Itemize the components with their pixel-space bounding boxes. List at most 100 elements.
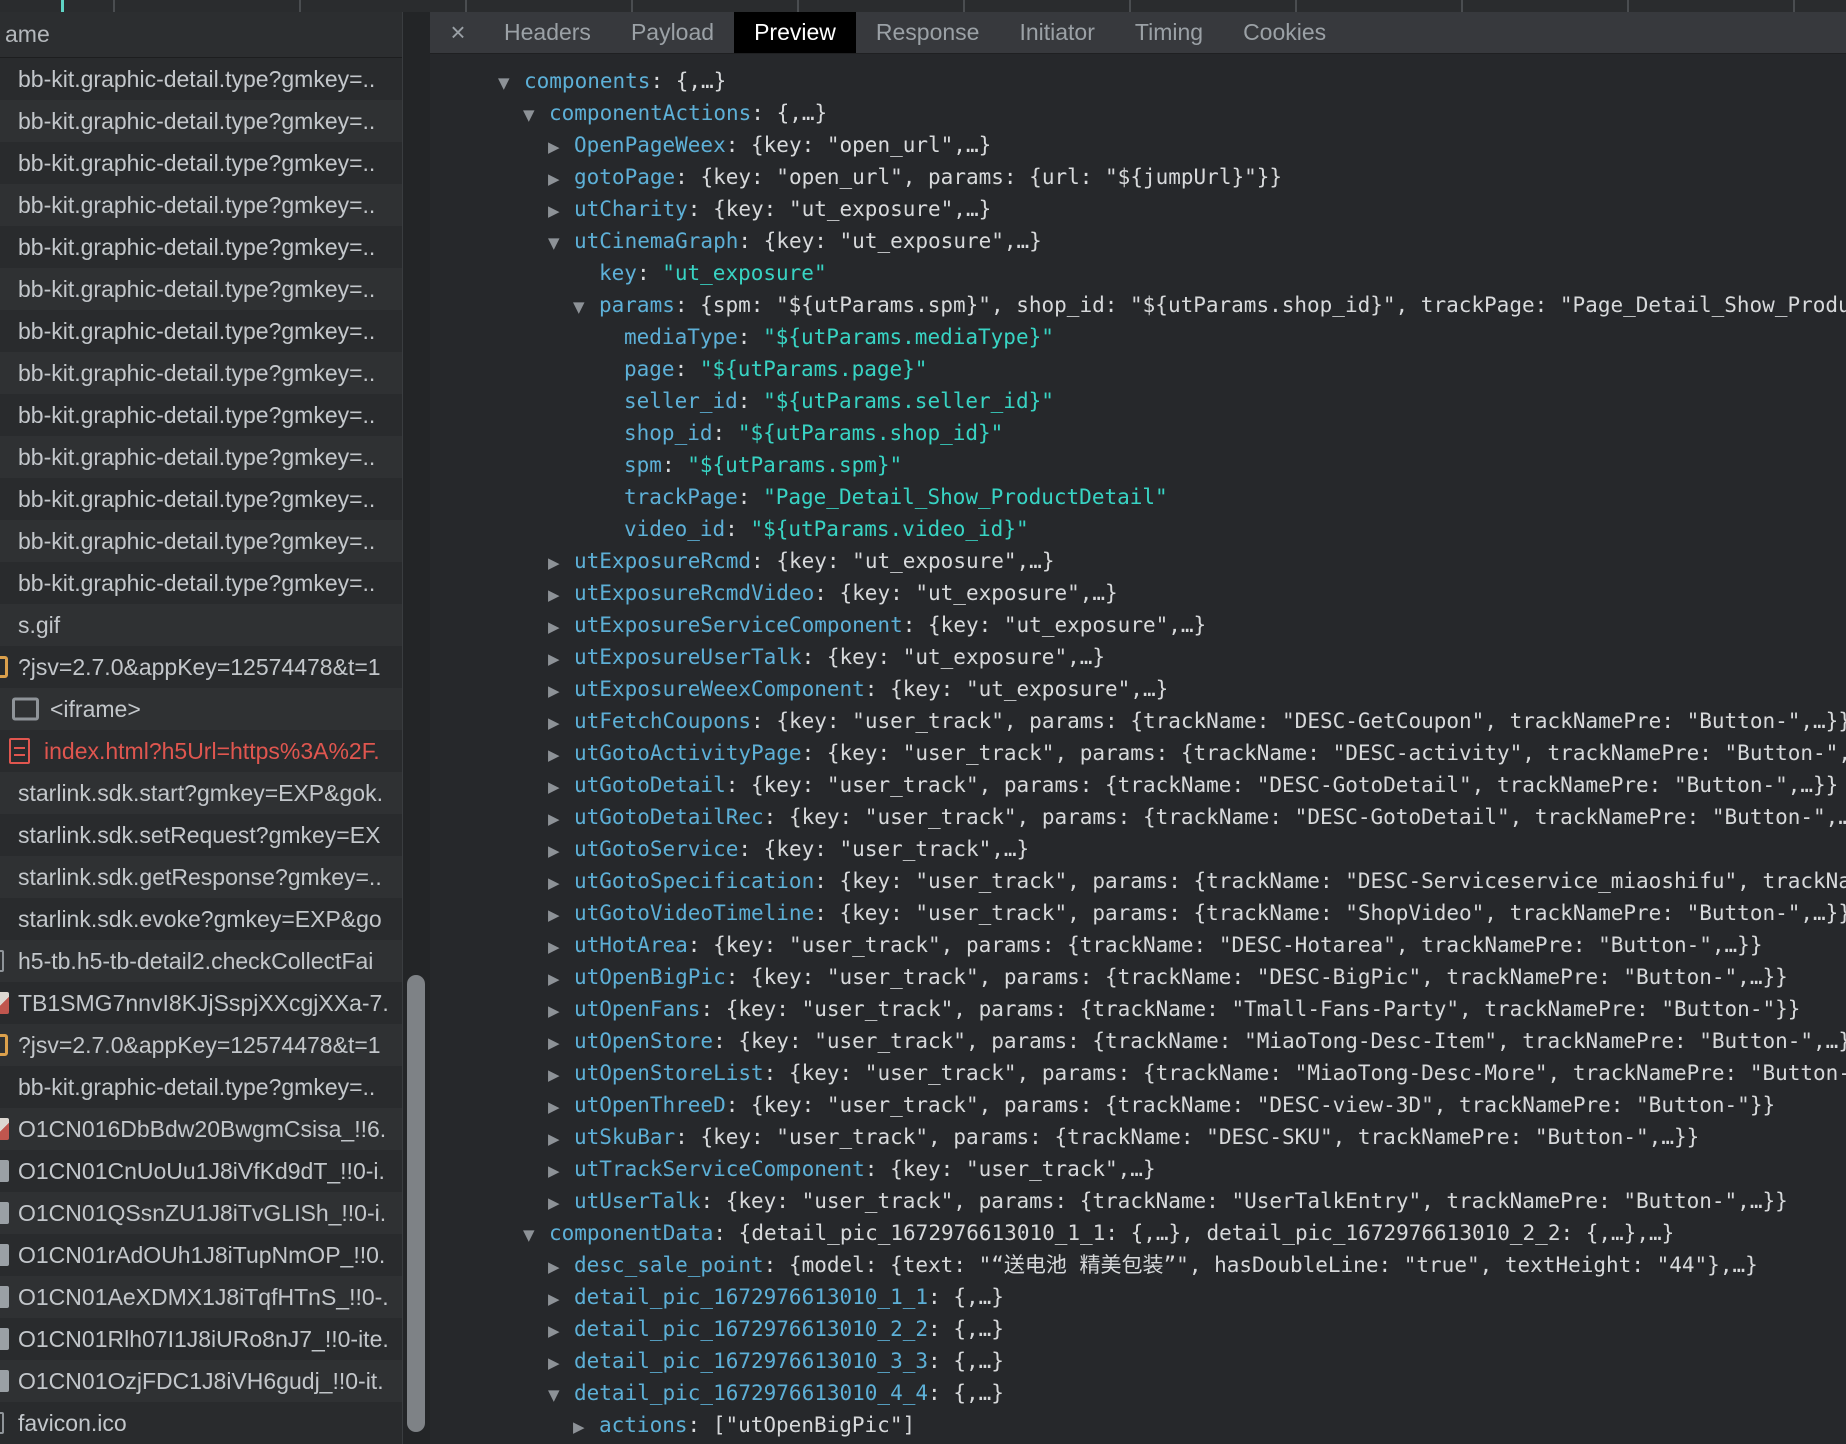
request-row[interactable]: O1CN01CnUoUu1J8iVfKd9dT_!!0-i. [0, 1150, 402, 1192]
chevron-down-icon[interactable]: ▼ [523, 99, 549, 129]
request-row[interactable]: bb-kit.graphic-detail.type?gmkey=.. [0, 226, 402, 268]
tree-line[interactable]: ▶utOpenFans: {key: "user_track", params:… [430, 993, 1846, 1025]
request-row[interactable]: bb-kit.graphic-detail.type?gmkey=.. [0, 268, 402, 310]
chevron-right-icon[interactable]: ▶ [548, 931, 574, 961]
request-row[interactable]: TB1SMG7nnvI8KJjSspjXXcgjXXa-7. [0, 982, 402, 1024]
tree-line[interactable]: ▶utExposureServiceComponent: {key: "ut_e… [430, 609, 1846, 641]
tree-line[interactable]: seller_id: "${utParams.seller_id}" [430, 385, 1846, 417]
close-icon[interactable]: × [446, 12, 470, 53]
request-row[interactable]: starlink.sdk.setRequest?gmkey=EX [0, 814, 402, 856]
name-column-header[interactable]: ame [0, 12, 402, 58]
chevron-right-icon[interactable]: ▶ [548, 835, 574, 865]
tree-line[interactable]: ▼components: {,…} [430, 65, 1846, 97]
tab-response[interactable]: Response [856, 12, 1000, 53]
chevron-down-icon[interactable]: ▼ [548, 227, 574, 257]
tree-line[interactable]: ▶utGotoDetail: {key: "user_track", param… [430, 769, 1846, 801]
tree-line[interactable]: ▶utHotArea: {key: "user_track", params: … [430, 929, 1846, 961]
request-row[interactable]: ?jsv=2.7.0&appKey=12574478&t=1 [0, 646, 402, 688]
tree-line[interactable]: ▼params: {spm: "${utParams.spm}", shop_i… [430, 289, 1846, 321]
request-row[interactable]: bb-kit.graphic-detail.type?gmkey=.. [0, 562, 402, 604]
tree-line[interactable]: ▼componentData: {detail_pic_167297661301… [430, 1217, 1846, 1249]
request-row[interactable]: starlink.sdk.start?gmkey=EXP&gok. [0, 772, 402, 814]
tree-line[interactable]: shop_id: "${utParams.shop_id}" [430, 417, 1846, 449]
tree-line[interactable]: mediaType: "${utParams.mediaType}" [430, 321, 1846, 353]
tree-line[interactable]: ▶utGotoSpecification: {key: "user_track"… [430, 865, 1846, 897]
tree-line[interactable]: ▼detail_pic_1672976613010_4_4: {,…} [430, 1377, 1846, 1409]
request-row[interactable]: starlink.sdk.evoke?gmkey=EXP&go [0, 898, 402, 940]
chevron-right-icon[interactable]: ▶ [548, 1155, 574, 1185]
request-row[interactable]: bb-kit.graphic-detail.type?gmkey=.. [0, 1066, 402, 1108]
request-row[interactable]: O1CN016DbBdw20BwgmCsisa_!!6. [0, 1108, 402, 1150]
chevron-down-icon[interactable]: ▼ [523, 1219, 549, 1249]
tab-initiator[interactable]: Initiator [999, 12, 1114, 53]
request-row[interactable]: bb-kit.graphic-detail.type?gmkey=.. [0, 100, 402, 142]
chevron-right-icon[interactable]: ▶ [548, 195, 574, 225]
chevron-right-icon[interactable]: ▶ [548, 995, 574, 1025]
request-row[interactable]: starlink.sdk.getResponse?gmkey=.. [0, 856, 402, 898]
tree-line[interactable]: page: "${utParams.page}" [430, 353, 1846, 385]
request-row[interactable]: <iframe> [0, 688, 402, 730]
chevron-right-icon[interactable]: ▶ [548, 579, 574, 609]
chevron-down-icon[interactable]: ▼ [498, 67, 524, 97]
tree-line[interactable]: spm: "${utParams.spm}" [430, 449, 1846, 481]
tree-line[interactable]: ▶utGotoVideoTimeline: {key: "user_track"… [430, 897, 1846, 929]
chevron-right-icon[interactable]: ▶ [548, 771, 574, 801]
request-row[interactable]: O1CN01AeXDMX1J8iTqfHTnS_!!0-. [0, 1276, 402, 1318]
tree-line[interactable]: trackPage: "Page_Detail_Show_ProductDeta… [430, 481, 1846, 513]
chevron-right-icon[interactable]: ▶ [548, 867, 574, 897]
tab-cookies[interactable]: Cookies [1223, 12, 1346, 53]
chevron-right-icon[interactable]: ▶ [548, 1187, 574, 1217]
tree-line[interactable]: ▶utUserTalk: {key: "user_track", params:… [430, 1185, 1846, 1217]
chevron-right-icon[interactable]: ▶ [548, 163, 574, 193]
sidebar-scrollbar-track[interactable] [402, 12, 432, 1444]
sidebar-scrollbar-thumb[interactable] [407, 975, 425, 1432]
chevron-right-icon[interactable]: ▶ [548, 643, 574, 673]
request-row[interactable]: ?jsv=2.7.0&appKey=12574478&t=1 [0, 1024, 402, 1066]
request-row[interactable]: bb-kit.graphic-detail.type?gmkey=.. [0, 436, 402, 478]
chevron-right-icon[interactable]: ▶ [548, 963, 574, 993]
tree-line[interactable]: ▶gotoPage: {key: "open_url", params: {ur… [430, 161, 1846, 193]
request-row[interactable]: O1CN01Rlh07I1J8iURo8nJ7_!!0-ite. [0, 1318, 402, 1360]
tree-line[interactable]: ▶detail_pic_1672976613010_1_1: {,…} [430, 1281, 1846, 1313]
tree-line[interactable]: ▶utOpenStore: {key: "user_track", params… [430, 1025, 1846, 1057]
tree-line[interactable]: video_id: "${utParams.video_id}" [430, 513, 1846, 545]
chevron-right-icon[interactable]: ▶ [548, 1315, 574, 1345]
tree-line[interactable]: ▶utCharity: {key: "ut_exposure",…} [430, 193, 1846, 225]
request-row[interactable]: bb-kit.graphic-detail.type?gmkey=.. [0, 394, 402, 436]
chevron-right-icon[interactable]: ▶ [573, 1411, 599, 1441]
tree-line[interactable]: ▶utExposureRcmdVideo: {key: "ut_exposure… [430, 577, 1846, 609]
chevron-right-icon[interactable]: ▶ [548, 1251, 574, 1281]
tree-line[interactable]: key: "ut_exposure" [430, 257, 1846, 289]
tree-line[interactable]: ▶utExposureRcmd: {key: "ut_exposure",…} [430, 545, 1846, 577]
tab-headers[interactable]: Headers [484, 12, 611, 53]
tree-line[interactable]: ▶detail_pic_1672976613010_3_3: {,…} [430, 1345, 1846, 1377]
chevron-right-icon[interactable]: ▶ [548, 1059, 574, 1089]
chevron-right-icon[interactable]: ▶ [548, 803, 574, 833]
chevron-right-icon[interactable]: ▶ [548, 1283, 574, 1313]
tree-line[interactable]: ▶utSkuBar: {key: "user_track", params: {… [430, 1121, 1846, 1153]
chevron-right-icon[interactable]: ▶ [548, 1123, 574, 1153]
chevron-right-icon[interactable]: ▶ [548, 547, 574, 577]
request-row[interactable]: bb-kit.graphic-detail.type?gmkey=.. [0, 520, 402, 562]
chevron-down-icon[interactable]: ▼ [573, 291, 599, 321]
request-row[interactable]: h5-tb.h5-tb-detail2.checkCollectFai [0, 940, 402, 982]
tree-line[interactable]: ▶detail_pic_1672976613010_2_2: {,…} [430, 1313, 1846, 1345]
request-row[interactable]: s.gif [0, 604, 402, 646]
chevron-right-icon[interactable]: ▶ [548, 1027, 574, 1057]
request-row[interactable]: favicon.ico [0, 1402, 402, 1444]
request-row[interactable]: O1CN01rAdOUh1J8iTupNmOP_!!0. [0, 1234, 402, 1276]
chevron-right-icon[interactable]: ▶ [548, 899, 574, 929]
request-row[interactable]: bb-kit.graphic-detail.type?gmkey=.. [0, 310, 402, 352]
tree-line[interactable]: ▶utGotoDetailRec: {key: "user_track", pa… [430, 801, 1846, 833]
chevron-right-icon[interactable]: ▶ [548, 1347, 574, 1377]
chevron-right-icon[interactable]: ▶ [548, 707, 574, 737]
tree-line[interactable]: ▼componentActions: {,…} [430, 97, 1846, 129]
chevron-right-icon[interactable]: ▶ [548, 131, 574, 161]
tree-line[interactable]: ▶utExposureUserTalk: {key: "ut_exposure"… [430, 641, 1846, 673]
chevron-down-icon[interactable]: ▼ [548, 1379, 574, 1409]
request-row[interactable]: bb-kit.graphic-detail.type?gmkey=.. [0, 478, 402, 520]
tree-line[interactable]: ▶utOpenBigPic: {key: "user_track", param… [430, 961, 1846, 993]
tree-line[interactable]: ▼utCinemaGraph: {key: "ut_exposure",…} [430, 225, 1846, 257]
tab-payload[interactable]: Payload [611, 12, 734, 53]
chevron-right-icon[interactable]: ▶ [548, 1091, 574, 1121]
